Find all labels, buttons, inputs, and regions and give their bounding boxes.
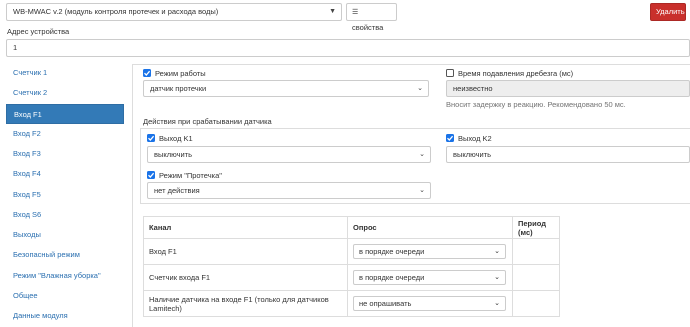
table-row: Счетчик входа F1 в порядке очереди ⌄ [143,264,560,291]
address-value: 1 [13,43,18,52]
table-row: Вход F1 в порядке очереди ⌄ [143,238,560,265]
delete-button[interactable]: Удалить [650,3,686,21]
check-icon [447,135,454,141]
chevron-down-icon: ⌄ [494,248,500,255]
sidebar-item-label: Общее [13,291,38,300]
sidebar-item-input-f2[interactable]: Вход F2 [6,124,124,144]
out-k2-select-value: выключить [453,150,492,159]
table-row: Наличие датчика на входе F1 (только для … [143,290,560,317]
address-label: Адрес устройства [7,27,70,36]
poll-select[interactable]: не опрашивать ⌄ [353,296,506,311]
list-icon: ☰ [352,9,359,16]
chevron-down-icon: ⌄ [419,187,425,194]
device-select-value: WB-MWAC v.2 (модуль контроля протечек и … [13,7,219,16]
check-icon [148,172,155,178]
poll-cell: не опрашивать ⌄ [347,290,513,317]
check-icon [148,135,155,141]
sidebar-item-label: Выходы [13,230,41,239]
device-select[interactable]: WB-MWAC v.2 (модуль контроля протечек и … [6,3,342,21]
sidebar-item-label: Безопасный режим [13,250,80,259]
sidebar-item-label: Вход F4 [13,169,41,178]
period-cell[interactable] [512,238,560,265]
column-header-channel: Канал [143,216,348,239]
sidebar-item-label: Вход F3 [13,149,41,158]
channel-cell: Счетчик входа F1 [143,264,348,291]
check-icon [144,70,151,76]
sidebar-item-label: Режим "Влажная уборка" [13,271,101,280]
out-k2-label: Выход K2 [458,134,492,143]
out-k1-select-value: выключить [154,150,193,159]
column-header-poll: Опрос [347,216,513,239]
sidebar-item-input-f3[interactable]: Вход F3 [6,144,124,164]
chevron-down-icon: ⌄ [419,151,425,158]
sidebar-item-input-f1[interactable]: Вход F1 [6,104,124,124]
debounce-hint: Вносит задержку в реакцию. Рекомендовано… [446,100,626,109]
sidebar-item-outputs[interactable]: Выходы [6,225,124,245]
sidebar-item-general[interactable]: Общее [6,286,124,306]
properties-button[interactable]: ☰ свойства [346,3,397,32]
leak-mode-label: Режим "Протечка" [159,171,222,180]
poll-select[interactable]: в порядке очереди ⌄ [353,270,506,285]
mode-checkbox[interactable] [143,69,151,77]
sidebar-item-safe-mode[interactable]: Безопасный режим [6,245,124,265]
sidebar-item-label: Вход S6 [13,210,42,219]
table-header-row: Канал Опрос Период (мс) [143,216,560,239]
sidebar-item-wet-cleaning[interactable]: Режим "Влажная уборка" [6,266,124,286]
sidebar-item-input-f5[interactable]: Вход F5 [6,185,124,205]
poll-select-value: не опрашивать [359,299,412,308]
column-header-period: Период (мс) [512,216,560,239]
address-input[interactable]: 1 [6,39,690,57]
mode-select-value: датчик протечки [150,84,207,93]
sidebar-item-label: Вход F1 [14,110,42,119]
sidebar-item-label: Вход F5 [13,190,41,199]
chevron-down-icon: ⌄ [494,300,500,307]
poll-select[interactable]: в порядке очереди ⌄ [353,244,506,259]
poll-select-value: в порядке очереди [359,273,425,282]
sidebar-item-module-data[interactable]: Данные модуля [6,306,124,326]
properties-button-label: свойства [352,23,384,32]
leak-mode-select-value: нет действия [154,186,200,195]
chevron-down-icon: ⌄ [417,85,423,92]
sidebar-item-input-s6[interactable]: Вход S6 [6,205,124,225]
channel-cell: Вход F1 [143,238,348,265]
mode-select[interactable]: датчик протечки ⌄ [143,80,429,97]
channels-table: Канал Опрос Период (мс) Вход F1 в порядк… [143,216,560,317]
sidebar-item-label: Вход F2 [13,129,41,138]
out-k2-checkbox[interactable] [446,134,454,142]
debounce-input[interactable]: неизвестно [446,80,690,97]
debounce-input-value: неизвестно [453,84,493,93]
debounce-label: Время подавления дребезга (мс) [458,69,574,78]
sidebar-item-label: Счетчик 2 [13,88,48,97]
actions-title: Действия при срабатывании датчика [143,117,272,126]
poll-cell: в порядке очереди ⌄ [347,238,513,265]
sidebar-item-label: Данные модуля [13,311,68,320]
delete-button-label: Удалить [656,7,685,16]
sidebar-item-input-f4[interactable]: Вход F4 [6,164,124,184]
leak-mode-select[interactable]: нет действия ⌄ [147,182,431,199]
out-k1-select[interactable]: выключить ⌄ [147,146,431,163]
period-cell[interactable] [512,264,560,291]
debounce-checkbox[interactable] [446,69,454,77]
poll-cell: в порядке очереди ⌄ [347,264,513,291]
sidebar-item-label: Счетчик 1 [13,68,48,77]
chevron-down-icon: ▼ [329,8,336,15]
period-cell[interactable] [512,290,560,317]
out-k1-checkbox[interactable] [147,134,155,142]
out-k2-select[interactable]: выключить [446,146,690,163]
sidebar-item-counter-2[interactable]: Счетчик 2 [6,83,124,103]
out-k1-label: Выход K1 [159,134,193,143]
poll-select-value: в порядке очереди [359,247,425,256]
chevron-down-icon: ⌄ [494,274,500,281]
channel-cell: Наличие датчика на входе F1 (только для … [143,290,348,317]
mode-label: Режим работы [155,69,206,78]
leak-mode-checkbox[interactable] [147,171,155,179]
sidebar-item-counter-1[interactable]: Счетчик 1 [6,63,124,83]
